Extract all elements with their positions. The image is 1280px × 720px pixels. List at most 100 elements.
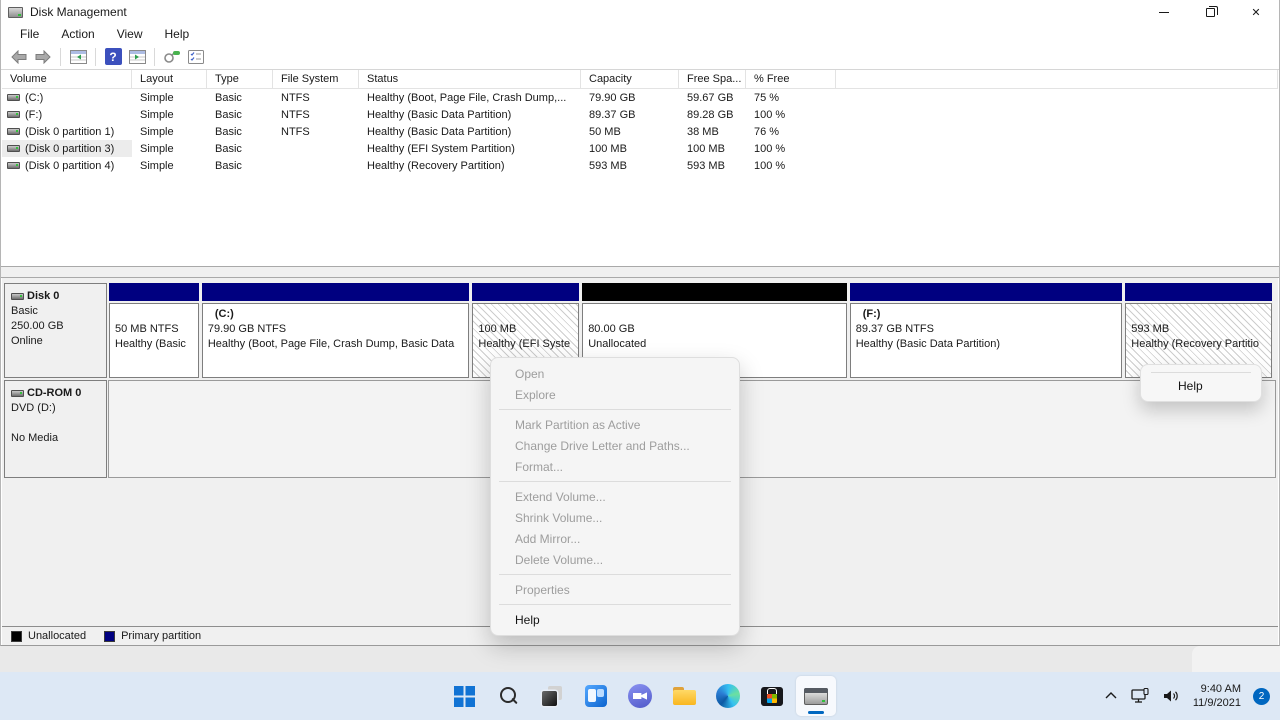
partition-label: [1131, 307, 1271, 322]
table-row[interactable]: (C:) Simple Basic NTFS Healthy (Boot, Pa…: [2, 89, 1278, 106]
cell-type: Basic: [207, 89, 273, 106]
disk-management-taskbar-button[interactable]: [796, 676, 836, 716]
partition-size: 50 MB NTFS: [115, 322, 198, 337]
back-icon[interactable]: [7, 46, 31, 68]
volume-list-pane: Volume Layout Type File System Status Ca…: [2, 70, 1278, 266]
close-button[interactable]: ✕: [1233, 0, 1279, 24]
cdrom-label[interactable]: CD-ROM 0 DVD (D:) No Media: [4, 380, 107, 478]
chat-button[interactable]: [620, 676, 660, 716]
col-pct-free[interactable]: % Free: [746, 70, 836, 88]
disk0-label[interactable]: Disk 0 Basic 250.00 GB Online: [4, 283, 107, 378]
col-type[interactable]: Type: [207, 70, 273, 88]
forward-icon[interactable]: [31, 46, 55, 68]
partition-system-reserved[interactable]: 50 MB NTFS Healthy (Basic: [109, 283, 199, 378]
minimize-button[interactable]: [1141, 0, 1187, 24]
table-row[interactable]: (F:) Simple Basic NTFS Healthy (Basic Da…: [2, 106, 1278, 123]
search-button[interactable]: [488, 676, 528, 716]
cell-file-system: NTFS: [273, 89, 359, 106]
help-popup: Help: [1140, 364, 1262, 402]
start-button[interactable]: [444, 676, 484, 716]
menu-view[interactable]: View: [106, 25, 154, 43]
cell-status: Healthy (Boot, Page File, Crash Dump,...: [359, 89, 581, 106]
partition-color-band: [850, 283, 1123, 301]
menu-item-format: Format...: [491, 456, 739, 477]
partition-label: [588, 307, 846, 322]
volume-speaker-icon[interactable]: [1159, 681, 1183, 711]
cell-pct-free: 100 %: [746, 106, 836, 123]
menu-separator: [499, 574, 731, 575]
cell-layout: Simple: [132, 123, 207, 140]
partition-label: (C:): [208, 307, 469, 322]
menu-item-help[interactable]: Help: [491, 609, 739, 630]
col-free-space[interactable]: Free Spa...: [679, 70, 746, 88]
cell-status: Healthy (EFI System Partition): [359, 140, 581, 157]
tray-chevron-icon[interactable]: [1099, 681, 1123, 711]
legend-primary-partition: Primary partition: [104, 630, 201, 642]
task-view-button[interactable]: [532, 676, 572, 716]
col-file-system[interactable]: File System: [273, 70, 359, 88]
col-volume[interactable]: Volume: [2, 70, 132, 88]
col-layout[interactable]: Layout: [132, 70, 207, 88]
cell-type: Basic: [207, 106, 273, 123]
action-pane-icon[interactable]: [125, 46, 149, 68]
partition-size: 79.90 GB NTFS: [208, 322, 469, 337]
table-row[interactable]: (Disk 0 partition 1) Simple Basic NTFS H…: [2, 123, 1278, 140]
volume-name: (Disk 0 partition 3): [25, 143, 114, 155]
microsoft-store-icon: [761, 687, 783, 706]
cell-capacity: 89.37 GB: [581, 106, 679, 123]
console-tree-icon[interactable]: [66, 46, 90, 68]
pane-splitter[interactable]: [1, 266, 1279, 278]
restore-button[interactable]: [1187, 0, 1233, 24]
help-toolbar-icon[interactable]: ?: [101, 46, 125, 68]
volume-icon: [7, 145, 20, 152]
properties-icon[interactable]: [160, 46, 184, 68]
volume-name: (Disk 0 partition 4): [25, 160, 114, 172]
disk0-status: Online: [11, 334, 106, 349]
desktop-corner: [1192, 646, 1280, 672]
table-row[interactable]: (Disk 0 partition 4) Simple Basic Health…: [2, 157, 1278, 174]
tray-date: 11/9/2021: [1193, 696, 1241, 710]
menu-action[interactable]: Action: [50, 25, 105, 43]
disk-icon: [11, 293, 24, 300]
partition-color-band: [582, 283, 847, 301]
partition-size: 89.37 GB NTFS: [856, 322, 1122, 337]
cdrom-media: No Media: [11, 431, 106, 446]
menu-item-properties: Properties: [491, 579, 739, 600]
restore-icon: [1206, 8, 1215, 17]
menu-file[interactable]: File: [9, 25, 50, 43]
table-row-selected[interactable]: (Disk 0 partition 3) Simple Basic Health…: [2, 140, 1278, 157]
store-button[interactable]: [752, 676, 792, 716]
partition-f[interactable]: (F:) 89.37 GB NTFS Healthy (Basic Data P…: [850, 283, 1123, 378]
col-capacity[interactable]: Capacity: [581, 70, 679, 88]
cell-layout: Simple: [132, 89, 207, 106]
partition-c[interactable]: (C:) 79.90 GB NTFS Healthy (Boot, Page F…: [202, 283, 470, 378]
tray-time: 9:40 AM: [1193, 682, 1241, 696]
taskbar: 9:40 AM 11/9/2021 2: [0, 672, 1280, 720]
menu-item-mark-partition-active: Mark Partition as Active: [491, 414, 739, 435]
partition-status: Healthy (EFI Syste: [478, 337, 578, 352]
widgets-button[interactable]: [576, 676, 616, 716]
col-status[interactable]: Status: [359, 70, 581, 88]
network-icon[interactable]: [1129, 681, 1153, 711]
volume-icon: [7, 162, 20, 169]
cell-layout: Simple: [132, 140, 207, 157]
menu-help[interactable]: Help: [154, 25, 201, 43]
partition-context-menu: Open Explore Mark Partition as Active Ch…: [490, 357, 740, 636]
toolbar-separator: [95, 48, 96, 66]
volume-icon: [7, 128, 20, 135]
cell-free-space: 89.28 GB: [679, 106, 746, 123]
file-explorer-button[interactable]: [664, 676, 704, 716]
help-popup-item[interactable]: Help: [1141, 373, 1261, 393]
partition-status: Unallocated: [588, 337, 846, 352]
system-tray: 9:40 AM 11/9/2021 2: [1099, 672, 1270, 720]
volume-table-header: Volume Layout Type File System Status Ca…: [2, 70, 1278, 89]
search-icon: [497, 685, 519, 707]
edge-button[interactable]: [708, 676, 748, 716]
notification-badge[interactable]: 2: [1253, 688, 1270, 705]
cell-free-space: 100 MB: [679, 140, 746, 157]
checklist-icon[interactable]: [184, 46, 208, 68]
unallocated-swatch: [11, 631, 22, 642]
cdrom-name: CD-ROM 0: [27, 386, 81, 401]
clock[interactable]: 9:40 AM 11/9/2021: [1193, 682, 1241, 710]
col-filler: [836, 70, 1278, 88]
